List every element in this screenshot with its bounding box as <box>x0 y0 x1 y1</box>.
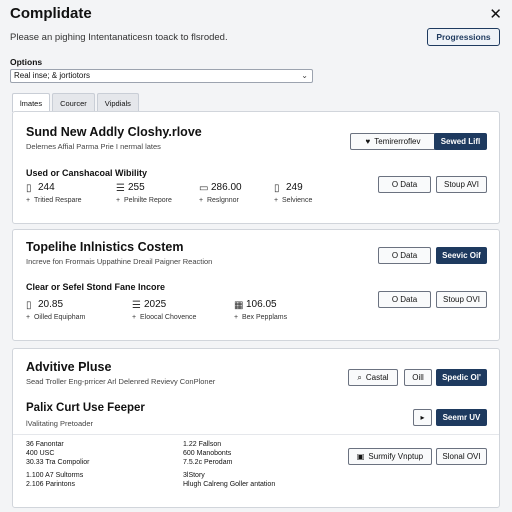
document-icon: ▯ <box>26 300 32 311</box>
stat-value: 286.00 <box>211 182 242 193</box>
castal-button[interactable]: ⌕ Castal <box>348 369 398 386</box>
spedic-button[interactable]: Spedic Ol' <box>436 369 487 386</box>
stat-item: ▯ 244 + Tritied Respare <box>26 182 116 208</box>
stoup-button[interactable]: Stoup AVI <box>436 176 487 193</box>
stat-item: ☰ 255 + Pelnilte Repore <box>116 182 206 208</box>
data-button[interactable]: O Data <box>378 291 431 308</box>
tab-bar: lmates Courcer Vipdials <box>12 93 141 112</box>
panel-description: Increve fon Frormais Uppathine Dreail Pa… <box>26 257 213 266</box>
list-icon: ☰ <box>116 183 125 194</box>
document-icon: ▯ <box>274 183 280 194</box>
stat-label: + Pelnilte Repore <box>116 197 172 204</box>
chevron-down-icon: ⌄ <box>301 71 308 80</box>
list-item: 2.106 Parintons <box>26 481 76 488</box>
monitor-icon: ▭ <box>199 183 209 194</box>
panel-title: Topelihe Inlnistics Costem <box>26 240 184 254</box>
stat-item: ▦ 106.05 + Bex Pepplams <box>234 299 334 325</box>
data-button[interactable]: O Data <box>378 176 431 193</box>
play-icon: ▸ <box>420 413 425 422</box>
search-icon: ⌕ <box>357 372 362 382</box>
panel-sund-new: Sund New Addly Closhy.rlove Delernes Aff… <box>12 111 500 224</box>
list-item: Hlugh Calreng Goller antation <box>183 481 276 488</box>
list-item: 400 USC <box>26 450 55 457</box>
list-item: 30.33 Tra Compolior <box>26 459 90 466</box>
stat-label: + Selvience <box>274 197 313 204</box>
play-button[interactable]: ▸ <box>413 409 432 426</box>
section-title: Palix Curt Use Feeper <box>26 402 145 414</box>
stat-label-text: Pelnilte Repore <box>123 197 172 204</box>
panel-description: Sead Troller Eng-prricer Arl Delenred Re… <box>26 377 216 386</box>
stat-value: 106.05 <box>246 299 277 310</box>
stat-label-text: Selvience <box>281 197 313 204</box>
dialog-title: Complidate <box>10 5 92 22</box>
button-label: Temirerroflev <box>374 137 421 146</box>
stat-item: ☰ 2025 + Eloocal Chovence <box>132 299 232 325</box>
tab-lmates[interactable]: lmates <box>12 93 51 112</box>
options-select[interactable]: Real inse; & jortiotors ⌄ <box>10 69 313 83</box>
seemr-button[interactable]: Seemr UV <box>436 409 487 426</box>
list-icon: ☰ <box>132 300 141 311</box>
options-select-value: Real inse; & jortiotors <box>14 71 91 80</box>
slonal-button[interactable]: Slonal OVI <box>436 448 487 465</box>
section-description: lValitating Pretoader <box>26 419 93 428</box>
stat-label: + Oilled Equipham <box>26 314 86 321</box>
tab-vipdials[interactable]: Vipdials <box>96 93 139 112</box>
list-item: 1.100 A7 Sultorms <box>26 472 84 479</box>
divider <box>13 434 499 435</box>
dialog-header: Complidate ✕ Please an pighing Intentana… <box>0 0 512 56</box>
stat-value: 249 <box>286 182 303 193</box>
temirerroflev-button[interactable]: ♥ Temirerroflev <box>350 133 436 150</box>
stat-item: ▯ 249 + Selvience <box>274 182 364 208</box>
stat-value: 244 <box>38 182 55 193</box>
stat-label: + Reslgnnor <box>199 197 239 204</box>
stat-label-text: Reslgnnor <box>206 197 239 204</box>
stat-value: 20.85 <box>38 299 64 310</box>
stat-item: ▯ 20.85 + Oilled Equipham <box>26 299 126 325</box>
stat-value: 255 <box>128 182 145 193</box>
data-button[interactable]: O Data <box>378 247 431 264</box>
heart-icon: ♥ <box>365 137 371 146</box>
section-title: Used or Canshacoal Wibility <box>26 168 147 178</box>
stat-label-text: Tritied Respare <box>33 197 82 204</box>
list-item: 7.5.2c Perodam <box>183 459 233 466</box>
stat-label: + Tritied Respare <box>26 197 82 204</box>
panel-advitive: Advitive Pluse Sead Troller Eng-prricer … <box>12 348 500 508</box>
dialog-subtitle: Please an pighing Intentanaticesn toack … <box>10 32 228 43</box>
stat-value: 2025 <box>144 299 167 310</box>
tab-courcer[interactable]: Courcer <box>52 93 95 112</box>
seevic-button[interactable]: Seevic Oif <box>436 247 487 264</box>
stat-label: + Bex Pepplams <box>234 314 288 321</box>
stoup-button[interactable]: Stoup OVI <box>436 291 487 308</box>
stat-label-text: Eloocal Chovence <box>139 314 197 321</box>
section-title: Clear or Sefel Stond Fane Incore <box>26 282 166 292</box>
button-label: Surmify Vnptup <box>368 452 424 461</box>
list-item: 36 Fanontar <box>26 441 64 448</box>
list-item: 600 Manobonts <box>183 450 232 457</box>
close-icon[interactable]: ✕ <box>489 5 502 23</box>
sewed-lifl-button[interactable]: Sewed Lifl <box>434 133 487 150</box>
stat-label-text: Bex Pepplams <box>241 314 288 321</box>
options-label: Options <box>10 57 43 67</box>
list-item: 3lStory <box>183 472 205 479</box>
surmify-button[interactable]: ▣ Surmify Vnptup <box>348 448 432 465</box>
progressions-button[interactable]: Progressions <box>427 28 500 46</box>
stat-label-text: Oilled Equipham <box>33 314 86 321</box>
panel-title: Sund New Addly Closhy.rlove <box>26 125 202 139</box>
stat-label: + Eloocal Chovence <box>132 314 197 321</box>
panel-topelihe: Topelihe Inlnistics Costem Increve fon F… <box>12 229 500 341</box>
list-item: 1.22 Fallson <box>183 441 222 448</box>
panel-title: Advitive Pluse <box>26 360 112 374</box>
panel-description: Delernes Affial Parma Prie I nermal late… <box>26 142 161 151</box>
button-label: Castal <box>365 373 389 382</box>
image-icon: ▣ <box>356 452 365 461</box>
document-icon: ▯ <box>26 183 32 194</box>
grid-icon: ▦ <box>234 300 244 311</box>
oill-button[interactable]: Oill <box>404 369 432 386</box>
